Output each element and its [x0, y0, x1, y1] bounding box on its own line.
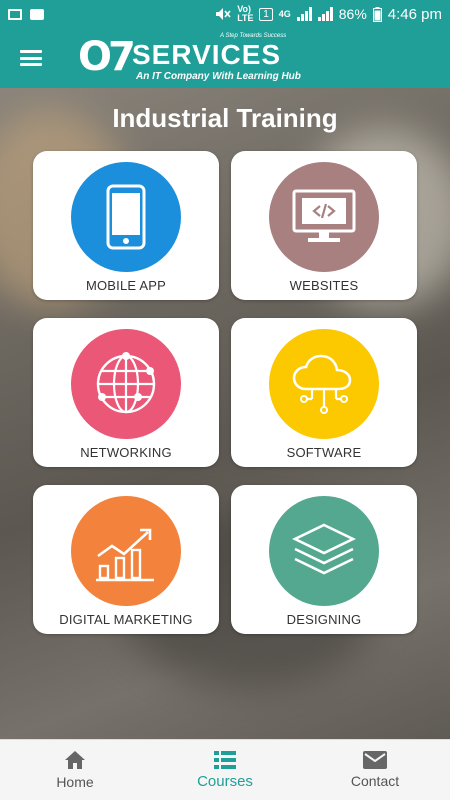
course-icon-circle	[269, 496, 379, 606]
course-grid: MOBILE APP WEBSITES NETWORKING SOFTWARE …	[33, 151, 418, 634]
course-label: WEBSITES	[289, 278, 359, 293]
course-icon-circle	[269, 329, 379, 439]
logo-tagline: A Step Towards Success	[220, 33, 287, 39]
course-icon-circle	[71, 496, 181, 606]
message-notification-icon	[30, 8, 44, 20]
list-icon	[214, 750, 236, 769]
logo-name: SERVICES	[132, 39, 282, 70]
home-icon	[65, 751, 85, 769]
cloud-icon	[292, 354, 352, 414]
battery-icon	[372, 6, 382, 22]
image-notification-icon	[8, 8, 22, 20]
course-label: DIGITAL MARKETING	[59, 612, 193, 627]
nav-home[interactable]: Home	[0, 750, 150, 790]
signal-icon	[296, 7, 312, 21]
logo-mark: O7	[78, 34, 136, 80]
page-title: Industrial Training	[112, 103, 338, 133]
sim-indicator: 1	[259, 7, 273, 21]
course-card-websites[interactable]: WEBSITES	[231, 151, 417, 300]
nav-courses[interactable]: Courses	[150, 750, 300, 790]
course-card-digital-marketing[interactable]: DIGITAL MARKETING	[33, 485, 219, 634]
nav-contact-label: Contact	[350, 773, 400, 789]
course-icon-circle	[71, 329, 181, 439]
bottom-navigation: Home Courses Contact	[0, 739, 450, 800]
network-type: 4G	[278, 8, 291, 19]
nav-contact[interactable]: Contact	[300, 751, 450, 789]
signal-icon-2	[317, 7, 333, 21]
course-icon-circle	[71, 162, 181, 272]
logo-subtitle: An IT Company With Learning Hub	[136, 71, 301, 82]
course-label: MOBILE APP	[85, 278, 167, 293]
menu-icon[interactable]	[20, 50, 42, 66]
company-logo: O7 SERVICES A Step Towards Success An IT…	[78, 33, 308, 83]
course-card-networking[interactable]: NETWORKING	[33, 318, 219, 467]
layers-icon	[292, 523, 356, 575]
mobile-phone-icon	[106, 184, 146, 250]
growth-chart-icon	[96, 528, 154, 582]
battery-percent: 86%	[338, 6, 367, 22]
code-monitor-icon	[292, 189, 356, 242]
mail-icon	[363, 751, 387, 769]
nav-home-label: Home	[56, 774, 94, 790]
course-label: NETWORKING	[80, 445, 172, 460]
course-card-designing[interactable]: DESIGNING	[231, 485, 417, 634]
course-card-software[interactable]: SOFTWARE	[231, 318, 417, 467]
globe-icon	[96, 352, 156, 414]
clock: 4:46 pm	[387, 5, 442, 23]
nav-courses-label: Courses	[197, 772, 253, 790]
main-content: Industrial Training MOBILE APP WEBSITES …	[0, 88, 450, 739]
mute-icon	[216, 8, 231, 20]
course-label: DESIGNING	[286, 612, 362, 627]
course-icon-circle	[269, 162, 379, 272]
course-label: SOFTWARE	[286, 445, 362, 460]
volte-label: Vo) LTE	[237, 4, 254, 23]
status-bar: Vo) LTE 1 4G 86% 4:46 pm	[0, 0, 450, 28]
app-bar: O7 SERVICES A Step Towards Success An IT…	[0, 28, 450, 88]
course-card-mobile-app[interactable]: MOBILE APP	[33, 151, 219, 300]
